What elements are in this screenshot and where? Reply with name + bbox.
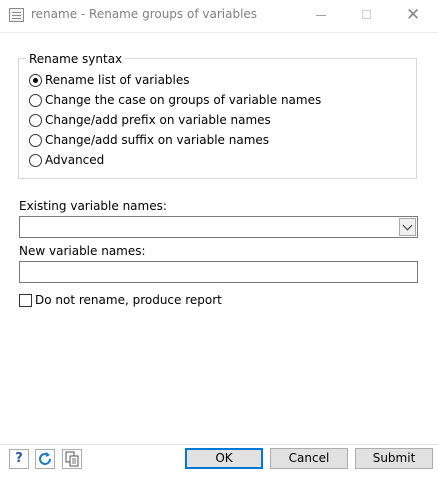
maximize-button[interactable] <box>344 0 390 31</box>
close-button[interactable]: ✕ <box>390 0 436 31</box>
ok-button[interactable]: OK <box>185 448 263 469</box>
radio-button[interactable] <box>29 134 42 147</box>
radio-label: Rename list of variables <box>45 73 190 87</box>
close-icon: ✕ <box>406 5 421 25</box>
radio-label: Change/add prefix on variable names <box>45 113 271 127</box>
reset-button[interactable] <box>35 449 55 469</box>
existing-variables-label: Existing variable names: <box>19 199 167 213</box>
radio-label: Change/add suffix on variable names <box>45 133 270 147</box>
cancel-button[interactable]: Cancel <box>270 448 348 469</box>
radio-label: Change the case on groups of variable na… <box>45 93 322 107</box>
copy-command-button[interactable] <box>62 449 82 469</box>
report-checkbox-label: Do not rename, produce report <box>35 293 222 307</box>
help-button[interactable]: ? <box>9 449 29 469</box>
radio-button[interactable] <box>29 74 42 87</box>
copy-command-icon <box>65 451 79 467</box>
title-bar: rename - Rename groups of variables ✕ <box>0 0 438 33</box>
radio-label: Advanced <box>45 153 105 167</box>
submit-button[interactable]: Submit <box>355 448 433 469</box>
minimize-icon <box>316 15 326 16</box>
chevron-down-icon <box>402 220 413 231</box>
reset-icon <box>39 452 51 465</box>
radio-button[interactable] <box>29 94 42 107</box>
minimize-button[interactable] <box>298 0 344 31</box>
help-icon: ? <box>15 451 23 466</box>
radio-button[interactable] <box>29 154 42 167</box>
window-title: rename - Rename groups of variables <box>31 7 258 21</box>
report-checkbox[interactable] <box>19 294 32 307</box>
radio-button[interactable] <box>29 114 42 127</box>
new-variables-input[interactable] <box>19 261 418 283</box>
existing-variables-combo[interactable] <box>19 216 418 238</box>
dropdown-button[interactable] <box>399 218 416 236</box>
rename-syntax-legend: Rename syntax <box>26 52 126 66</box>
new-variables-label: New variable names: <box>19 244 146 258</box>
app-icon <box>9 8 24 22</box>
maximize-icon <box>362 10 371 19</box>
